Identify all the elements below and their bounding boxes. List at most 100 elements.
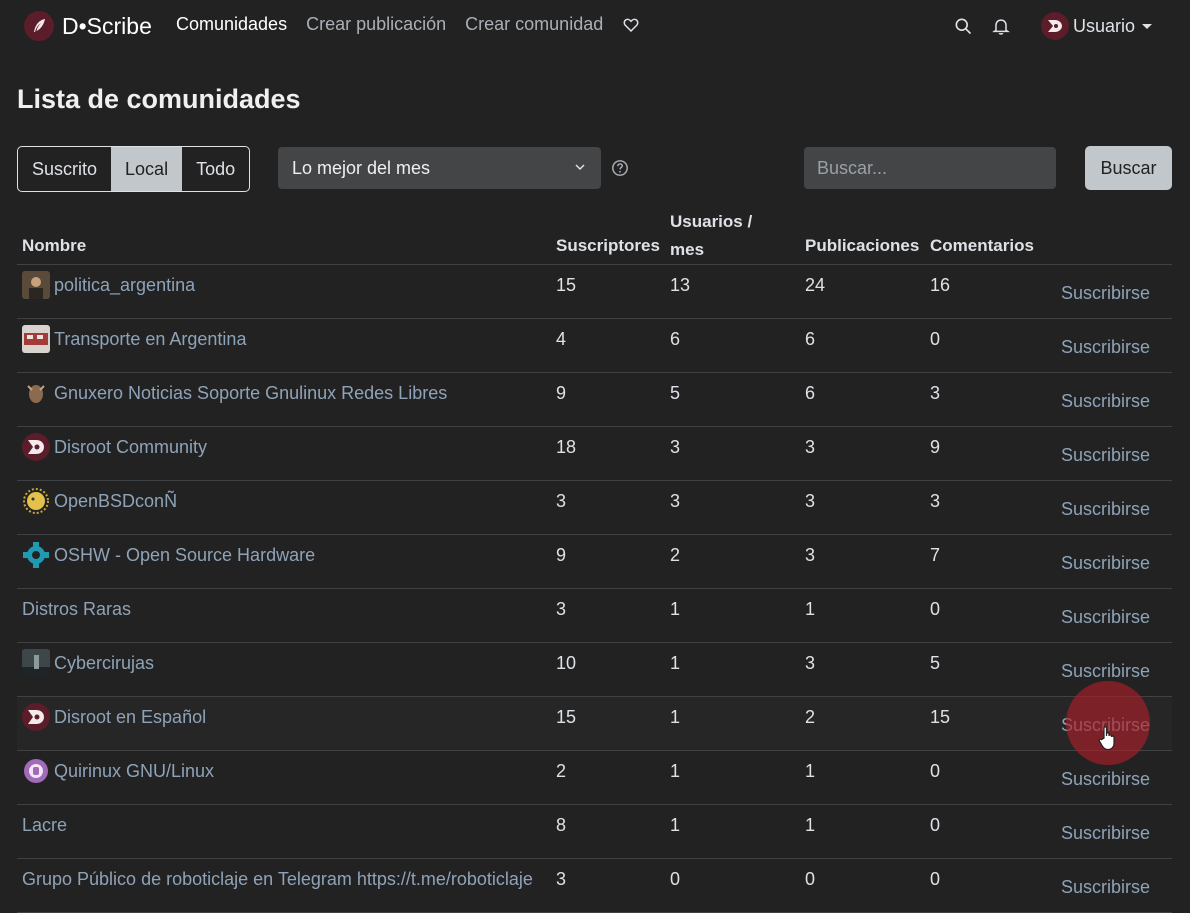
bell-icon[interactable] [991,16,1011,36]
sort-select[interactable]: Lo mejor del mes [278,147,601,189]
table-row: Gnuxero Noticias Soporte Gnulinux Redes … [17,373,1172,427]
community-icon[interactable] [22,649,50,677]
table-row: OpenBSDconÑ 3 3 3 3 Suscribirse [17,481,1172,535]
comments-count: 15 [930,707,951,727]
community-link[interactable]: OpenBSDconÑ [54,491,177,511]
heart-icon[interactable] [622,16,640,34]
header-posts[interactable]: Publicaciones [805,236,919,256]
community-icon[interactable] [22,433,50,461]
community-link[interactable]: politica_argentina [54,275,195,295]
community-name-cell: Transporte en Argentina [22,325,542,353]
subscribers-count: 15 [556,275,577,295]
community-name-cell: Cybercirujas [22,649,542,677]
subscribe-button[interactable]: Suscribirse [1061,661,1150,682]
subscribers-count: 4 [556,329,567,349]
subscribe-button[interactable]: Suscribirse [1061,499,1150,520]
community-link[interactable]: Quirinux GNU/Linux [54,761,214,781]
quill-icon [24,11,54,41]
table-row: Distros Raras 3 1 1 0 Suscribirse [17,589,1172,643]
posts-count: 6 [805,329,816,349]
users-month-count: 2 [670,545,681,565]
community-icon[interactable] [22,379,50,407]
brand-name: D•Scribe [62,12,152,39]
comments-count: 0 [930,329,941,349]
subscribers-count: 8 [556,815,567,835]
help-icon[interactable] [611,159,629,177]
chevron-down-icon [1142,23,1152,29]
users-month-count: 1 [670,653,681,673]
nav-create-community[interactable]: Crear comunidad [465,14,603,35]
subscribe-button[interactable]: Suscribirse [1061,607,1150,628]
user-menu[interactable]: Usuario [1040,12,1152,40]
community-link[interactable]: Lacre [22,815,67,835]
community-icon[interactable] [22,487,50,515]
subscribe-button[interactable]: Suscribirse [1061,769,1150,790]
communities-table: Nombre Suscriptores Usuarios / mes Public… [17,200,1172,913]
community-name-cell: OSHW - Open Source Hardware [22,542,542,569]
search-input[interactable] [804,147,1056,189]
posts-count: 1 [805,599,816,619]
community-name-cell: Disroot en Español [22,703,542,731]
search-button[interactable]: Buscar [1085,146,1172,190]
community-link[interactable]: Transporte en Argentina [54,329,246,349]
community-icon[interactable] [22,541,50,569]
subscribe-button[interactable]: Suscribirse [1061,337,1150,358]
users-month-count: 1 [670,761,681,781]
search-icon[interactable] [953,16,973,36]
subscribe-button[interactable]: Suscribirse [1061,391,1150,412]
comments-count: 0 [930,869,941,889]
community-link[interactable]: Distros Raras [22,599,131,619]
community-link[interactable]: Disroot en Español [54,707,206,727]
community-name-cell: Grupo Público de roboticlaje en Telegram… [22,869,542,889]
community-link[interactable]: Cybercirujas [54,653,154,673]
users-month-count: 5 [670,383,681,403]
community-link[interactable]: Disroot Community [54,437,207,457]
subscribers-count: 3 [556,599,567,619]
users-month-count: 3 [670,491,681,511]
comments-count: 7 [930,545,941,565]
community-icon[interactable] [22,271,50,299]
subscribe-button[interactable]: Suscribirse [1061,445,1150,466]
subscribers-count: 9 [556,383,567,403]
community-link[interactable]: Gnuxero Noticias Soporte Gnulinux Redes … [54,383,447,403]
table-header: Nombre Suscriptores Usuarios / mes Public… [17,200,1172,265]
listing-type-toggle: Suscrito Local Todo [17,146,251,192]
community-icon[interactable] [22,757,50,785]
header-name[interactable]: Nombre [22,236,86,256]
subscribers-count: 3 [556,869,567,889]
subscribe-button[interactable]: Suscribirse [1061,715,1150,736]
subscribe-button[interactable]: Suscribirse [1061,877,1150,898]
users-month-count: 1 [670,707,681,727]
sort-selected-value: Lo mejor del mes [292,157,431,178]
avatar [1040,12,1069,40]
posts-count: 1 [805,815,816,835]
users-month-count: 3 [670,437,681,457]
users-month-count: 1 [670,599,681,619]
community-link[interactable]: Grupo Público de roboticlaje en Telegram… [22,869,533,889]
listing-subscribed[interactable]: Suscrito [18,147,111,191]
table-row: OSHW - Open Source Hardware 9 2 3 7 Suscribir… [17,535,1172,589]
posts-count: 2 [805,707,816,727]
community-icon[interactable] [22,703,50,731]
header-subscribers[interactable]: Suscriptores [556,236,660,256]
posts-count: 3 [805,437,816,457]
subscribe-button[interactable]: Suscribirse [1061,823,1150,844]
community-name-cell: Gnuxero Noticias Soporte Gnulinux Redes … [22,379,542,407]
nav-communities[interactable]: Comunidades [176,14,287,35]
brand-link[interactable]: D•Scribe [24,10,152,42]
community-name-cell: politica_argentina [22,271,542,299]
listing-local[interactable]: Local [111,147,183,191]
header-comments[interactable]: Comentarios [930,236,1034,256]
table-row: Disroot Community 18 3 3 9 Suscribirse [17,427,1172,481]
posts-count: 6 [805,383,816,403]
subscribe-button[interactable]: Suscribirse [1061,283,1150,304]
community-icon[interactable] [22,325,50,353]
comments-count: 0 [930,599,941,619]
community-link[interactable]: OSHW - Open Source Hardware [54,545,315,565]
posts-count: 3 [805,653,816,673]
subscribe-button[interactable]: Suscribirse [1061,553,1150,574]
nav-create-post[interactable]: Crear publicación [306,14,446,35]
header-users-month[interactable]: Usuarios / mes [670,208,770,264]
listing-all[interactable]: Todo [182,147,249,191]
table-row: Grupo Público de roboticlaje en Telegram… [17,859,1172,913]
